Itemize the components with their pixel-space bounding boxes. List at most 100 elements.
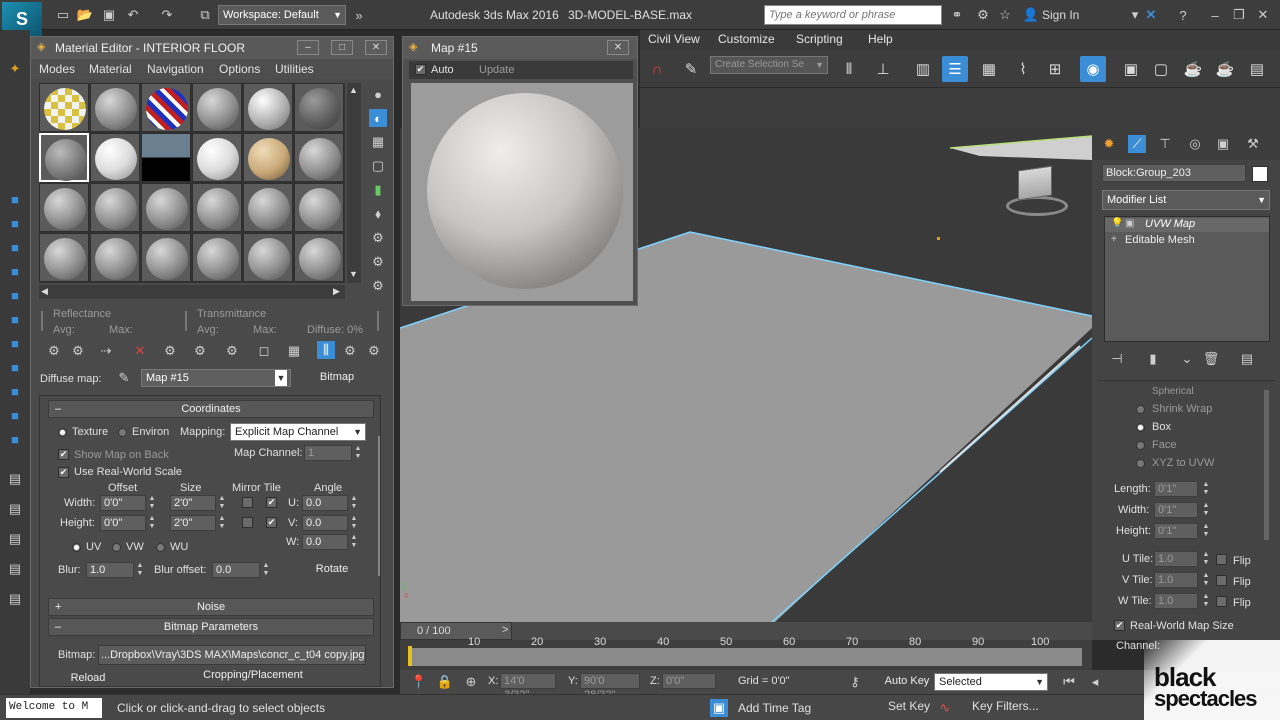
options-icon[interactable]: ⚙ xyxy=(369,229,387,247)
length-input[interactable]: 0'1" xyxy=(1154,481,1198,497)
sample-slot[interactable] xyxy=(90,183,140,232)
modifier-list-dropdown[interactable]: Modifier List ▼ xyxy=(1102,190,1270,210)
key-mode-dropdown[interactable]: Selected ▼ xyxy=(934,673,1048,691)
layer-manager-icon[interactable]: ▥ xyxy=(910,56,936,82)
make-unique-icon[interactable]: ⚙ xyxy=(191,342,209,360)
go-to-start-icon[interactable]: ⏮ xyxy=(1060,673,1078,691)
environ-radio[interactable] xyxy=(118,428,127,437)
map-channel-spinner[interactable]: ▲ ▼ xyxy=(354,445,362,461)
binoculars-icon[interactable]: ⚭ xyxy=(948,6,966,24)
new-file-icon[interactable]: ▭ xyxy=(54,6,72,24)
z-coordinate-input[interactable]: 0'0" xyxy=(662,673,716,689)
stack-item-uvw-map[interactable]: 💡 ▣ UVW Map xyxy=(1105,218,1269,232)
tool-icon[interactable]: ■ xyxy=(6,382,24,400)
sample-uv-tiling-icon[interactable]: ▢ xyxy=(369,157,387,175)
u-size-spinner[interactable]: ▲ ▼ xyxy=(218,495,226,511)
lock-selection-icon[interactable]: 🔒 xyxy=(436,673,454,691)
save-icon[interactable]: ▣ xyxy=(100,6,118,24)
real-world-map-size-checkbox[interactable]: ✔ xyxy=(1114,620,1125,631)
menu-civil-view[interactable]: Civil View xyxy=(648,32,700,46)
create-tab-icon[interactable]: ✹ xyxy=(1100,135,1118,153)
key-filters-button[interactable]: Key Filters... xyxy=(972,699,1039,713)
sample-slot[interactable] xyxy=(90,133,140,182)
uv-radio[interactable] xyxy=(72,543,81,552)
time-slider[interactable]: 0 / 100 > xyxy=(400,622,1092,640)
configure-sets-icon[interactable]: ▤ xyxy=(1238,350,1256,368)
tool-icon[interactable]: ■ xyxy=(6,286,24,304)
sample-slot[interactable] xyxy=(141,133,191,182)
length-spinner[interactable]: ▲ ▼ xyxy=(1202,481,1210,497)
scene-explorer-icon[interactable]: ☰ xyxy=(942,56,968,82)
height-input[interactable]: 0'1" xyxy=(1154,523,1198,539)
u-angle-spinner[interactable]: ▲ ▼ xyxy=(350,495,358,511)
rotate-button[interactable]: Rotate xyxy=(302,560,362,580)
use-real-world-scale-checkbox[interactable]: ✔ xyxy=(58,467,69,478)
v-angle-spinner[interactable]: ▲ ▼ xyxy=(350,515,358,531)
go-to-parent-icon[interactable]: ⚙ xyxy=(341,342,359,360)
pick-eyedropper-icon[interactable]: ✎ xyxy=(115,369,133,387)
show-shaded-in-viewport-icon[interactable]: ▦ xyxy=(285,342,303,360)
reset-map-icon[interactable]: ✕ xyxy=(131,342,149,360)
assign-to-selection-icon[interactable]: ⇢ xyxy=(97,342,115,360)
sample-slot[interactable] xyxy=(39,83,89,132)
material-id-channel-icon[interactable]: ◻ xyxy=(255,342,273,360)
lightbulb-icon[interactable]: 💡 xyxy=(1111,218,1123,229)
sign-in-link[interactable]: Sign In xyxy=(1042,8,1079,22)
w-flip-checkbox[interactable] xyxy=(1216,596,1227,607)
u-offset-spinner[interactable]: ▲ ▼ xyxy=(148,495,156,511)
video-color-check-icon[interactable]: ▮ xyxy=(369,181,387,199)
sample-slot[interactable] xyxy=(90,233,140,282)
tool-icon[interactable]: ■ xyxy=(6,358,24,376)
v-angle-input[interactable]: 0.0 xyxy=(302,515,348,531)
snap-toggle-icon[interactable]: ∩ xyxy=(644,56,670,82)
go-forward-sibling-icon[interactable]: ⚙ xyxy=(365,342,383,360)
width-input[interactable]: 0'1" xyxy=(1154,502,1198,518)
material-editor-icon[interactable]: ◉ xyxy=(1080,56,1106,82)
rollout-coordinates[interactable]: – Coordinates xyxy=(48,400,374,418)
make-copy-icon[interactable]: ⚙ xyxy=(161,342,179,360)
map-name-dropdown[interactable]: Map #15 ▼ xyxy=(141,369,291,387)
rendered-frame-icon[interactable]: ▢ xyxy=(1148,56,1174,82)
sample-slot[interactable] xyxy=(90,83,140,132)
w-angle-input[interactable]: 0.0 xyxy=(302,534,348,550)
get-material-icon[interactable]: ⚙ xyxy=(45,342,63,360)
viewcube[interactable] xyxy=(1000,164,1072,218)
material-editor-titlebar[interactable]: ◈ Material Editor - INTERIOR FLOOR – □ ✕ xyxy=(31,37,393,59)
modify-tab-icon[interactable]: ⟋ xyxy=(1128,135,1146,153)
tool-icon[interactable]: ▤ xyxy=(6,590,24,608)
close-icon[interactable]: ✕ xyxy=(365,40,387,55)
texture-radio[interactable] xyxy=(58,428,67,437)
key-icon[interactable]: ⚷ xyxy=(846,673,864,691)
w-angle-spinner[interactable]: ▲ ▼ xyxy=(350,534,358,550)
search-input[interactable] xyxy=(764,5,942,25)
scroll-left-icon[interactable]: ◀ xyxy=(41,286,48,297)
tool-icon[interactable]: ▤ xyxy=(6,560,24,578)
viewcube-cube[interactable] xyxy=(1018,165,1052,201)
u-tile-spinner[interactable]: ▲ ▼ xyxy=(1202,551,1210,567)
sample-slot[interactable] xyxy=(192,233,242,282)
next-frame-icon[interactable]: > xyxy=(502,624,508,636)
menu-utilities[interactable]: Utilities xyxy=(275,62,314,76)
tool-icon[interactable]: ■ xyxy=(6,214,24,232)
map-type-button[interactable]: Bitmap xyxy=(305,369,369,387)
wu-radio[interactable] xyxy=(156,543,165,552)
w-tile-spinner[interactable]: ▲ ▼ xyxy=(1202,593,1210,609)
sample-slot[interactable] xyxy=(192,83,242,132)
minimize-icon[interactable]: – xyxy=(1206,6,1224,24)
v-size-spinner[interactable]: ▲ ▼ xyxy=(218,515,226,531)
select-by-material-icon[interactable]: ⚙ xyxy=(369,253,387,271)
make-preview-icon[interactable]: ⬧ xyxy=(369,205,387,223)
sample-slot[interactable] xyxy=(243,133,293,182)
stack-item-editable-mesh[interactable]: + Editable Mesh xyxy=(1105,234,1269,248)
u-tile-checkbox[interactable]: ✔ xyxy=(266,497,277,508)
auto-key-button[interactable]: Auto Key xyxy=(882,673,932,691)
update-button[interactable]: Update xyxy=(479,64,514,76)
abc-edit-named-icon[interactable]: ✎ xyxy=(678,56,704,82)
scroll-down-icon[interactable]: ▼ xyxy=(349,269,358,279)
render-teapot-icon[interactable]: ☕ xyxy=(1180,56,1206,82)
sample-slot[interactable] xyxy=(294,233,344,282)
track-bar-ruler[interactable] xyxy=(410,648,1082,666)
show-end-result-icon[interactable]: ⫼ xyxy=(317,341,335,359)
sample-slot[interactable] xyxy=(39,233,89,282)
sample-slot[interactable] xyxy=(243,183,293,232)
